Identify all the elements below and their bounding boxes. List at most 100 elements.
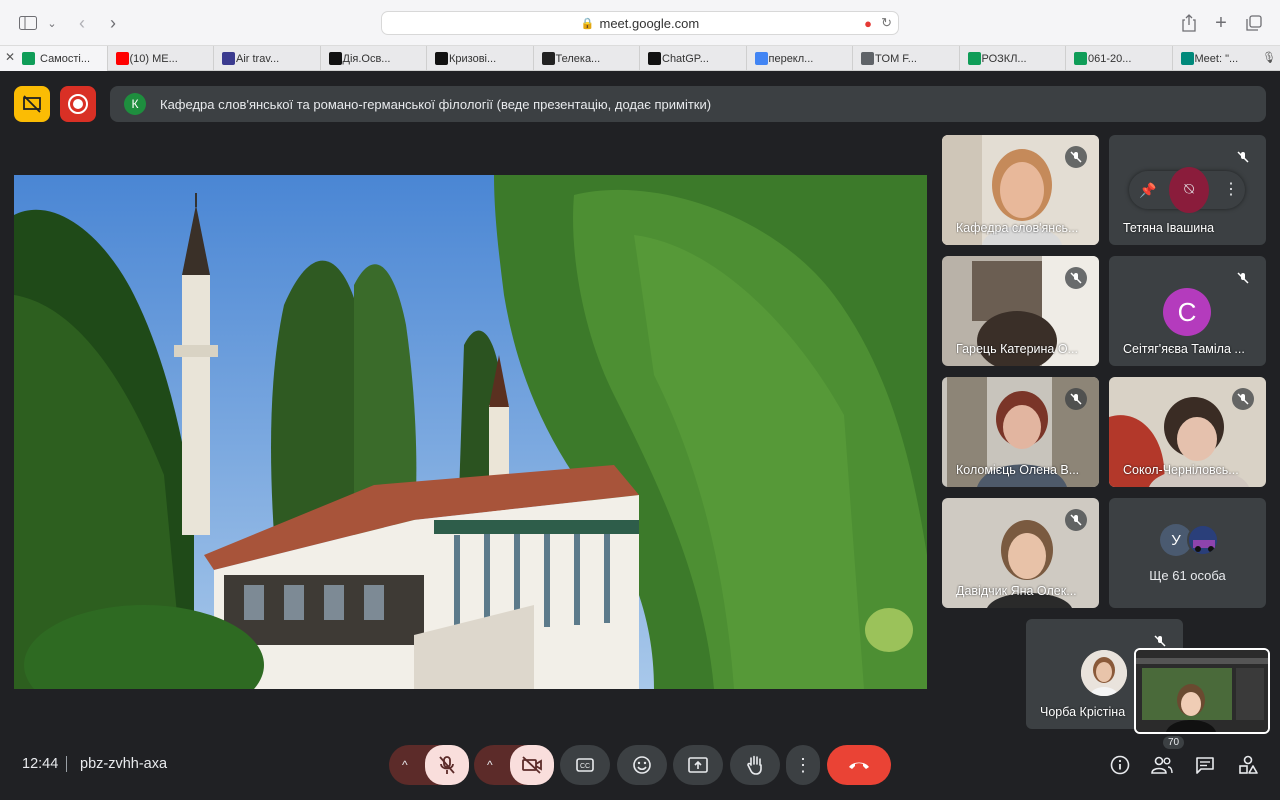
tab-favicon-icon: [861, 52, 874, 65]
tab-label: Дія.Осв...: [342, 52, 391, 65]
sidebar-toggle-icon[interactable]: [17, 12, 39, 34]
more-participants-tile[interactable]: У Ще 61 особа: [1109, 498, 1266, 608]
participant-name: Сеітяг'яєва Таміла ...: [1123, 342, 1245, 356]
tab-favicon-icon: [541, 52, 555, 65]
microphone-toggle-button[interactable]: [425, 745, 469, 785]
camera-off-icon: [522, 756, 542, 774]
present-now-button[interactable]: [673, 745, 723, 785]
tab-10[interactable]: 061-20...: [1066, 46, 1173, 71]
meeting-code: pbz-zvhh-axa: [80, 756, 168, 772]
tab-1[interactable]: (10) ME...: [108, 46, 214, 71]
meet-window: К Кафедра слов'янської та романо-германс…: [0, 72, 1280, 800]
participant-name: Кафедра слов'янсь...: [956, 221, 1079, 235]
reload-icon[interactable]: ↻: [881, 15, 892, 31]
participant-tile[interactable]: Гарець Катерина О...: [942, 256, 1099, 366]
presentation-banner: К Кафедра слов'янської та романо-германс…: [110, 86, 1266, 122]
tab-label: Телека...: [555, 52, 601, 65]
svg-text:CC: CC: [580, 763, 590, 770]
tab-7[interactable]: перекл...: [747, 46, 853, 71]
activities-icon: [1239, 755, 1258, 774]
more-options-icon[interactable]: ⋮: [1223, 179, 1239, 199]
forward-icon[interactable]: ›: [102, 12, 124, 34]
divider: [66, 756, 67, 772]
tab-label: 061-20...: [1088, 52, 1132, 65]
chevron-down-icon[interactable]: ⌄: [41, 12, 63, 34]
tab-4[interactable]: Кризові...: [427, 46, 534, 71]
tab-5[interactable]: Телека...: [534, 46, 640, 71]
end-call-icon: [849, 762, 869, 769]
more-options-button[interactable]: ⋮: [786, 745, 820, 785]
camera-toggle-button[interactable]: [510, 745, 554, 785]
tab-label: (10) ME...: [129, 52, 178, 65]
share-icon[interactable]: [1178, 12, 1200, 34]
lock-icon: 🔒: [580, 17, 595, 30]
tab-favicon-icon: [435, 52, 448, 65]
muted-mic-icon: [1232, 146, 1254, 168]
leave-call-button[interactable]: [827, 745, 891, 785]
tab-label: перекл...: [768, 52, 814, 65]
muted-mic-icon: [1065, 388, 1087, 410]
captions-icon: CC: [576, 758, 594, 772]
participant-tile[interactable]: Сокол-Чернiловсь...: [1109, 377, 1266, 487]
participant-tile[interactable]: С Сеітяг'яєва Таміла ...: [1109, 256, 1266, 366]
tab-9[interactable]: РОЗКЛ...: [960, 46, 1066, 71]
muted-mic-icon: [1065, 267, 1087, 289]
activities-button[interactable]: [1236, 753, 1260, 777]
tab-favicon-icon: [967, 52, 981, 65]
captions-button[interactable]: CC: [560, 745, 610, 785]
participant-tile[interactable]: Давідчик Яна Олек...: [942, 498, 1099, 608]
meeting-time: 12:44: [22, 756, 59, 772]
new-tab-icon[interactable]: +: [1210, 12, 1232, 34]
hide-presentation-button[interactable]: [14, 86, 50, 122]
tab-label: Meet: "...: [1194, 52, 1239, 65]
tab-8[interactable]: TOM F...: [853, 46, 960, 71]
tab-6[interactable]: ChatGP...: [640, 46, 747, 71]
pin-icon[interactable]: 📌: [1139, 182, 1156, 199]
tab-favicon-icon: [22, 52, 35, 65]
tab-overview-icon[interactable]: [1243, 12, 1265, 34]
people-button[interactable]: [1150, 753, 1174, 777]
present-screen-icon: [688, 757, 708, 773]
raise-hand-button[interactable]: [730, 745, 780, 785]
chat-button[interactable]: [1193, 753, 1217, 777]
microphone-off-icon: [439, 756, 455, 774]
tab-label: РОЗКЛ...: [981, 52, 1027, 65]
address-bar[interactable]: 🔒 meet.google.com ● ↻: [381, 11, 899, 35]
meeting-details-button[interactable]: [1108, 753, 1132, 777]
participant-tile[interactable]: 📌 ⍉ ⋮ Тетяна Івашина: [1109, 135, 1266, 245]
presenter-avatar: К: [124, 93, 146, 115]
participant-count-badge: 70: [1163, 736, 1185, 749]
muted-mic-icon: [1065, 509, 1087, 531]
participant-tile[interactable]: Кафедра слов'янсь...: [942, 135, 1099, 245]
browser-toolbar: ⌄ ‹ › 🔒 meet.google.com ● ↻ +: [0, 0, 1280, 46]
muted-mic-icon: [1065, 146, 1087, 168]
palace-photo-image: [14, 175, 927, 689]
tile-hover-controls: 📌 ⍉ ⋮: [1129, 167, 1245, 213]
avatar: С: [1163, 288, 1211, 336]
tab-11[interactable]: Meet: "... 🎙: [1173, 46, 1280, 71]
self-view-tile[interactable]: [1134, 648, 1270, 734]
participant-name: Коломієць Олена В...: [956, 463, 1080, 477]
tab-3[interactable]: Дія.Осв...: [321, 46, 427, 71]
tab-favicon-icon: [115, 52, 129, 65]
self-video-image: [1136, 650, 1268, 732]
back-icon[interactable]: ‹: [71, 12, 93, 34]
participant-tile[interactable]: Коломієць Олена В...: [942, 377, 1099, 487]
people-icon: [1151, 756, 1173, 774]
tab-favicon-icon: [222, 52, 235, 65]
reactions-button[interactable]: [617, 745, 667, 785]
present-off-icon: [23, 95, 41, 113]
remove-from-frame-button[interactable]: ⍉: [1169, 167, 1209, 213]
tab-label: Кризові...: [449, 52, 497, 65]
avatar: [1187, 524, 1219, 556]
record-icon: [68, 94, 88, 114]
recording-button[interactable]: [60, 86, 96, 122]
tab-2[interactable]: Air trav...: [214, 46, 321, 71]
tab-0[interactable]: ✕ Самості...: [0, 46, 108, 71]
tab-label: Air trav...: [236, 52, 280, 65]
hand-icon: [747, 755, 762, 775]
close-tab-icon[interactable]: ✕: [5, 50, 15, 64]
presentation-banner-text: Кафедра слов'янської та романо-германськ…: [160, 96, 712, 112]
tab-favicon-icon: [648, 52, 661, 65]
chevron-up-icon: ^: [487, 758, 493, 772]
